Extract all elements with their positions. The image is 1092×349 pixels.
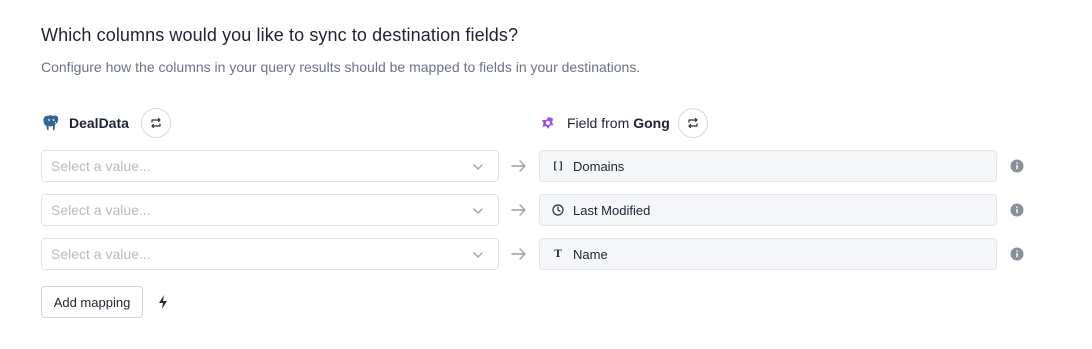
- array-brackets-icon: []: [551, 160, 565, 172]
- field-label: Domains: [573, 158, 625, 174]
- destination-field: T Name: [539, 238, 997, 270]
- mapping-row: Select a value... [] Domains: [41, 150, 1031, 182]
- swap-icon: [151, 117, 161, 129]
- gong-logo-icon: [541, 116, 555, 130]
- arrow-right-icon: [511, 204, 526, 216]
- page-title: Which columns would you like to sync to …: [41, 25, 519, 45]
- chevron-down-icon: [473, 164, 483, 170]
- destination-prefix: Field from: [567, 115, 630, 131]
- source-column-select[interactable]: Select a value...: [41, 238, 499, 270]
- mapping-row: Select a value... Last Modified: [41, 194, 1031, 226]
- chevron-down-icon: [473, 208, 483, 214]
- source-column-select[interactable]: Select a value...: [41, 194, 499, 226]
- field-label: Last Modified: [573, 202, 651, 218]
- swap-icon: [688, 117, 698, 129]
- select-placeholder: Select a value...: [51, 158, 151, 174]
- source-name: DealData: [69, 115, 129, 131]
- select-placeholder: Select a value...: [51, 246, 151, 262]
- source-header: DealData: [41, 108, 171, 138]
- destination-header: Field from Gong: [541, 108, 708, 138]
- select-placeholder: Select a value...: [51, 202, 151, 218]
- page-subtitle: Configure how the columns in your query …: [41, 59, 641, 75]
- text-type-icon: T: [554, 248, 562, 260]
- postgres-elephant-icon: [41, 113, 61, 133]
- info-icon[interactable]: [1010, 203, 1024, 217]
- destination-swap-button[interactable]: [677, 108, 708, 138]
- destination-field: [] Domains: [539, 150, 997, 182]
- destination-name: Gong: [633, 115, 670, 131]
- mapping-page: Which columns would you like to sync to …: [0, 0, 1092, 349]
- source-swap-button[interactable]: [140, 108, 171, 138]
- arrow-right-icon: [511, 160, 526, 172]
- chevron-down-icon: [473, 252, 483, 258]
- add-mapping-button[interactable]: Add mapping: [41, 286, 143, 318]
- field-label: Name: [573, 246, 608, 262]
- mapping-row: Select a value... T Name: [41, 238, 1031, 270]
- lightning-bolt-icon[interactable]: [157, 294, 169, 310]
- info-icon[interactable]: [1010, 159, 1024, 173]
- source-column-select[interactable]: Select a value...: [41, 150, 499, 182]
- info-icon[interactable]: [1010, 247, 1024, 261]
- destination-field: Last Modified: [539, 194, 997, 226]
- arrow-right-icon: [511, 248, 526, 260]
- clock-icon: [552, 204, 564, 216]
